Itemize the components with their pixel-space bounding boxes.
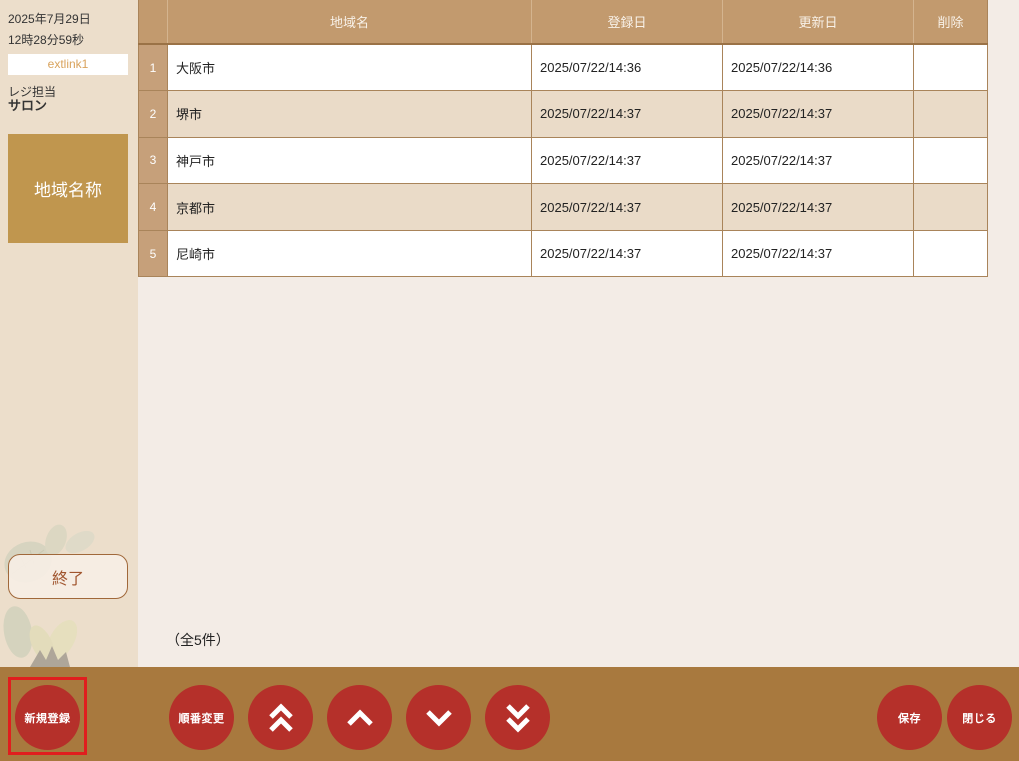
table-row[interactable]: 2 堺市 2025/07/22/14:37 2025/07/22/14:37 [138, 90, 988, 138]
table-header-row: 地域名 登録日 更新日 削除 [138, 0, 988, 45]
row-number: 3 [138, 136, 168, 185]
updated-date-cell: 2025/07/22/14:37 [722, 229, 914, 278]
current-time: 12時28分59秒 [8, 33, 85, 47]
menu-item-label: 地域名称 [34, 181, 102, 200]
double-chevron-down-icon [505, 703, 530, 733]
terminal-name: extlink1 [8, 54, 128, 75]
header-updated-date: 更新日 [722, 0, 914, 45]
updated-date-cell: 2025/07/22/14:36 [722, 43, 914, 92]
move-up-button[interactable] [327, 685, 392, 750]
region-name-cell: 堺市 [167, 90, 532, 138]
delete-cell[interactable] [913, 43, 988, 92]
bottom-toolbar: 新規登録 順番変更 保存 閉じる [0, 667, 1019, 761]
sidebar: 2025年7月29日 12時28分59秒 extlink1 レジ担当 サロン 地… [0, 0, 138, 667]
move-bottom-button[interactable] [485, 685, 550, 750]
main-content: 地域名 登録日 更新日 削除 1 大阪市 2025/07/22/14:36 20… [138, 0, 1019, 667]
header-region-name: 地域名 [167, 0, 532, 45]
region-name-cell: 尼崎市 [167, 229, 532, 278]
menu-item-region-name[interactable]: 地域名称 [8, 134, 128, 243]
table-row[interactable]: 4 京都市 2025/07/22/14:37 2025/07/22/14:37 [138, 183, 988, 231]
row-number: 2 [138, 90, 168, 138]
header-registered-date: 登録日 [531, 0, 723, 45]
save-button[interactable]: 保存 [877, 685, 942, 750]
current-date: 2025年7月29日 [8, 12, 91, 26]
reorder-button[interactable]: 順番変更 [169, 685, 234, 750]
registered-date-cell: 2025/07/22/14:37 [531, 183, 723, 231]
record-count: （全5件） [166, 632, 230, 648]
row-number: 1 [138, 43, 168, 92]
table-row[interactable]: 5 尼崎市 2025/07/22/14:37 2025/07/22/14:37 [138, 229, 988, 278]
registered-date-cell: 2025/07/22/14:37 [531, 90, 723, 138]
updated-date-cell: 2025/07/22/14:37 [722, 90, 914, 138]
close-button[interactable]: 閉じる [947, 685, 1012, 750]
region-name-cell: 京都市 [167, 183, 532, 231]
region-name-cell: 大阪市 [167, 43, 532, 92]
exit-button[interactable]: 終了 [8, 554, 128, 599]
updated-date-cell: 2025/07/22/14:37 [722, 136, 914, 185]
region-table: 地域名 登録日 更新日 削除 1 大阪市 2025/07/22/14:36 20… [138, 0, 988, 278]
registered-date-cell: 2025/07/22/14:37 [531, 229, 723, 278]
table-row[interactable]: 1 大阪市 2025/07/22/14:36 2025/07/22/14:36 [138, 43, 988, 92]
delete-cell[interactable] [913, 229, 988, 278]
staff-name: サロン [8, 98, 48, 113]
move-down-button[interactable] [406, 685, 471, 750]
region-name-cell: 神戸市 [167, 136, 532, 185]
double-chevron-up-icon [268, 702, 293, 732]
move-top-button[interactable] [248, 685, 313, 750]
table-row[interactable]: 3 神戸市 2025/07/22/14:37 2025/07/22/14:37 [138, 136, 988, 185]
chevron-up-icon [346, 708, 373, 726]
registered-date-cell: 2025/07/22/14:37 [531, 136, 723, 185]
registered-date-cell: 2025/07/22/14:36 [531, 43, 723, 92]
header-index [138, 0, 168, 45]
chevron-down-icon [425, 709, 452, 727]
app-window: 2025年7月29日 12時28分59秒 extlink1 レジ担当 サロン 地… [0, 0, 1019, 761]
delete-cell[interactable] [913, 90, 988, 138]
delete-cell[interactable] [913, 183, 988, 231]
new-register-button[interactable]: 新規登録 [15, 685, 80, 750]
header-delete: 削除 [913, 0, 988, 45]
row-number: 4 [138, 183, 168, 231]
updated-date-cell: 2025/07/22/14:37 [722, 183, 914, 231]
delete-cell[interactable] [913, 136, 988, 185]
row-number: 5 [138, 229, 168, 278]
